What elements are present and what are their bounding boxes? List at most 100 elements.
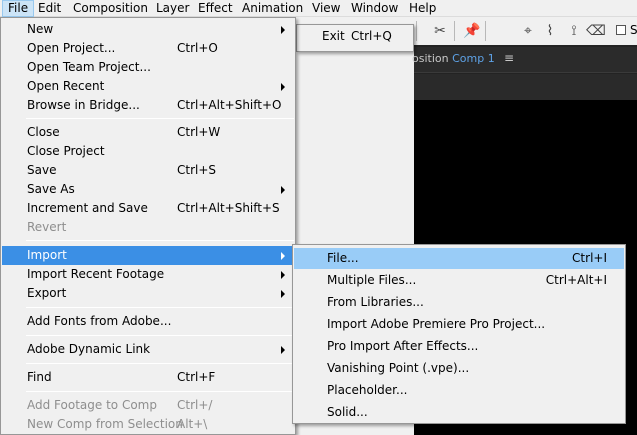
menu-item-label: Vanishing Point (.vpe)... — [327, 361, 470, 375]
menu-item-browse-in-bridge[interactable]: Browse in Bridge... Ctrl+Alt+Shift+O — [2, 96, 294, 115]
text-tool-icon[interactable]: ⌖ — [518, 22, 538, 40]
menu-item-shortcut: Alt+\ — [177, 417, 208, 431]
menu-item-import-premiere-project[interactable]: Import Adobe Premiere Pro Project... — [294, 314, 624, 335]
menu-item-adobe-dynamic-link[interactable]: Adobe Dynamic Link — [2, 340, 294, 359]
toolbar-separator — [416, 21, 417, 41]
menu-item-vanishing-point[interactable]: Vanishing Point (.vpe)... — [294, 358, 624, 379]
menu-item-import-multiple-files[interactable]: Multiple Files... Ctrl+Alt+I — [294, 270, 624, 291]
composition-name[interactable]: Comp 1 — [452, 52, 495, 65]
menu-view[interactable]: View — [307, 0, 345, 17]
menu-item-shortcut: Ctrl+F — [177, 370, 216, 384]
menu-item-placeholder[interactable]: Placeholder... — [294, 380, 624, 401]
roto-brush-icon[interactable]: ✂ — [430, 22, 450, 40]
menu-item-open-recent[interactable]: Open Recent — [2, 77, 294, 96]
submenu-arrow-icon — [281, 346, 285, 354]
menu-item-label: Import Adobe Premiere Pro Project... — [327, 317, 546, 331]
menu-item-pro-import-after-effects[interactable]: Pro Import After Effects... — [294, 336, 624, 357]
file-menu: New Open Project... Ctrl+O Open Team Pro… — [0, 17, 296, 435]
menu-item-close-project[interactable]: Close Project — [2, 142, 294, 161]
menu-item-import-recent-footage[interactable]: Import Recent Footage — [2, 265, 294, 284]
menu-item-label: Solid... — [327, 405, 368, 419]
menu-item-label: Close Project — [27, 144, 105, 158]
menu-item-shortcut: Ctrl+Alt+Shift+O — [177, 98, 282, 112]
composition-tab-prefix: osition — [412, 52, 449, 65]
composition-subbar — [414, 74, 637, 100]
menu-item-find[interactable]: Find Ctrl+F — [2, 368, 294, 387]
eraser-icon[interactable]: ⌫ — [586, 22, 606, 40]
menu-item-label: Close — [27, 125, 60, 139]
menu-item-close[interactable]: Close Ctrl+W — [2, 123, 294, 142]
tools-toolbar: ✂ 📌 ⌖ ⌇ ⟟ ⌫ — [414, 17, 637, 45]
menu-item-add-fonts-from-adobe[interactable]: Add Fonts from Adobe... — [2, 312, 294, 331]
menu-item-shortcut: Ctrl+Alt+Shift+S — [177, 201, 280, 215]
menu-item-label: Adobe Dynamic Link — [27, 342, 151, 356]
clone-stamp-icon[interactable]: ⟟ — [564, 22, 584, 40]
menu-item-new[interactable]: New — [2, 20, 294, 39]
toolbar-separator — [454, 21, 455, 41]
menu-window[interactable]: Window — [346, 0, 403, 17]
menu-item-exit[interactable]: Exit — [322, 29, 345, 43]
menu-help[interactable]: Help — [404, 0, 441, 17]
menu-item-open-project[interactable]: Open Project... Ctrl+O — [2, 39, 294, 58]
menu-item-label: Save — [27, 163, 57, 177]
toolbar-separator — [485, 21, 486, 41]
menu-composition[interactable]: Composition — [68, 0, 153, 17]
menu-separator — [26, 118, 294, 119]
menu-item-save-as[interactable]: Save As — [2, 180, 294, 199]
menu-separator — [26, 240, 294, 241]
menu-item-label: Multiple Files... — [327, 273, 417, 287]
toolbar-checkbox[interactable] — [616, 25, 626, 35]
menu-separator — [26, 391, 294, 392]
menu-edit[interactable]: Edit — [33, 0, 66, 17]
menu-item-export[interactable]: Export — [2, 284, 294, 303]
menu-separator — [26, 363, 294, 364]
menu-separator — [26, 335, 294, 336]
menu-item-label: Save As — [27, 182, 75, 196]
menu-item-save[interactable]: Save Ctrl+S — [2, 161, 294, 180]
menu-item-label: Find — [27, 370, 52, 384]
menu-animation[interactable]: Animation — [237, 0, 308, 17]
menu-layer[interactable]: Layer — [151, 0, 194, 17]
menu-item-label: New Comp from Selection — [27, 417, 183, 431]
submenu-arrow-icon — [281, 290, 285, 298]
menu-effect[interactable]: Effect — [193, 0, 238, 17]
exit-menu-pane: Exit Ctrl+Q — [296, 24, 414, 52]
menu-item-shortcut: Ctrl+W — [177, 125, 221, 139]
menu-item-shortcut: Ctrl+I — [572, 251, 607, 265]
submenu-arrow-icon — [281, 271, 285, 279]
puppet-pin-icon[interactable]: 📌 — [462, 22, 482, 40]
menu-item-label: Pro Import After Effects... — [327, 339, 479, 353]
hamburger-icon[interactable]: ≡ — [504, 51, 514, 65]
menu-item-label: Import Recent Footage — [27, 267, 165, 281]
menu-item-label: From Libraries... — [327, 295, 424, 309]
submenu-arrow-icon — [281, 186, 285, 194]
menu-item-label: Revert — [27, 220, 67, 234]
menu-bar: File Edit Composition Layer Effect Anima… — [0, 0, 637, 17]
menu-item-label: Export — [27, 286, 67, 300]
menu-item-increment-and-save[interactable]: Increment and Save Ctrl+Alt+Shift+S — [2, 199, 294, 218]
toolbar-checkbox-label: S — [630, 23, 637, 37]
menu-item-label: Placeholder... — [327, 383, 408, 397]
menu-separator — [26, 307, 294, 308]
composition-tab[interactable]: osition Comp 1 — [412, 52, 495, 65]
menu-item-add-footage-to-comp: Add Footage to Comp Ctrl+/ — [2, 396, 294, 415]
menu-item-revert: Revert — [2, 218, 294, 237]
submenu-arrow-icon — [281, 252, 285, 260]
menu-item-label: Open Team Project... — [27, 60, 151, 74]
menu-item-label: Increment and Save — [27, 201, 148, 215]
menu-item-label: Open Project... — [27, 41, 116, 55]
import-submenu: File... Ctrl+I Multiple Files... Ctrl+Al… — [292, 244, 626, 424]
menu-item-label: Add Fonts from Adobe... — [27, 314, 172, 328]
menu-item-import[interactable]: Import — [2, 246, 294, 265]
menu-item-import-from-libraries[interactable]: From Libraries... — [294, 292, 624, 313]
menu-item-open-team-project[interactable]: Open Team Project... — [2, 58, 294, 77]
menu-file[interactable]: File — [2, 0, 35, 17]
menu-item-import-file[interactable]: File... Ctrl+I — [294, 248, 624, 269]
menu-item-label: Add Footage to Comp — [27, 398, 157, 412]
menu-item-label: Browse in Bridge... — [27, 98, 140, 112]
brush-tool-icon[interactable]: ⌇ — [540, 22, 560, 40]
menu-item-solid[interactable]: Solid... — [294, 402, 624, 423]
menu-item-label: Open Recent — [27, 79, 105, 93]
menu-item-shortcut: Ctrl+S — [177, 163, 217, 177]
menu-item-shortcut: Ctrl+Alt+I — [545, 273, 607, 287]
